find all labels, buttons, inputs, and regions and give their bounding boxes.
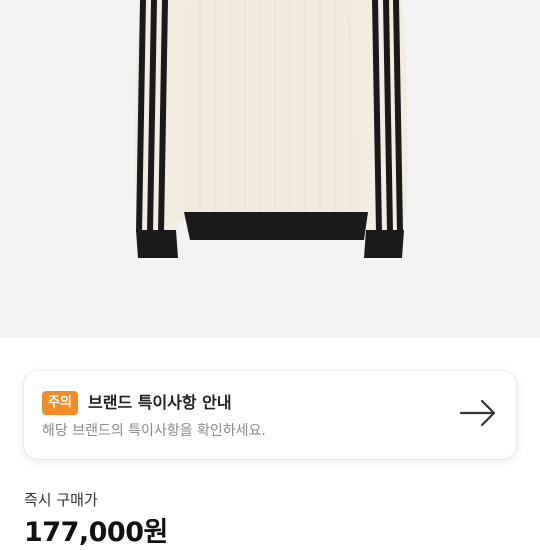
notice-subtitle: 해당 브랜드의 특이사항을 확인하세요.	[42, 423, 266, 439]
arrow-right-icon[interactable]	[458, 397, 498, 429]
instant-buy-price-label: 즉시 구매가	[24, 491, 98, 509]
caution-badge: 주의	[42, 391, 78, 415]
notice-title: 브랜드 특이사항 안내	[88, 393, 232, 412]
brand-notice-card[interactable]: 주의 브랜드 특이사항 안내 해당 브랜드의 특이사항을 확인하세요.	[24, 371, 516, 459]
instant-buy-price: 177,000원	[24, 517, 168, 548]
product-image[interactable]	[0, 0, 540, 338]
sweatshirt-illustration	[134, 0, 408, 258]
